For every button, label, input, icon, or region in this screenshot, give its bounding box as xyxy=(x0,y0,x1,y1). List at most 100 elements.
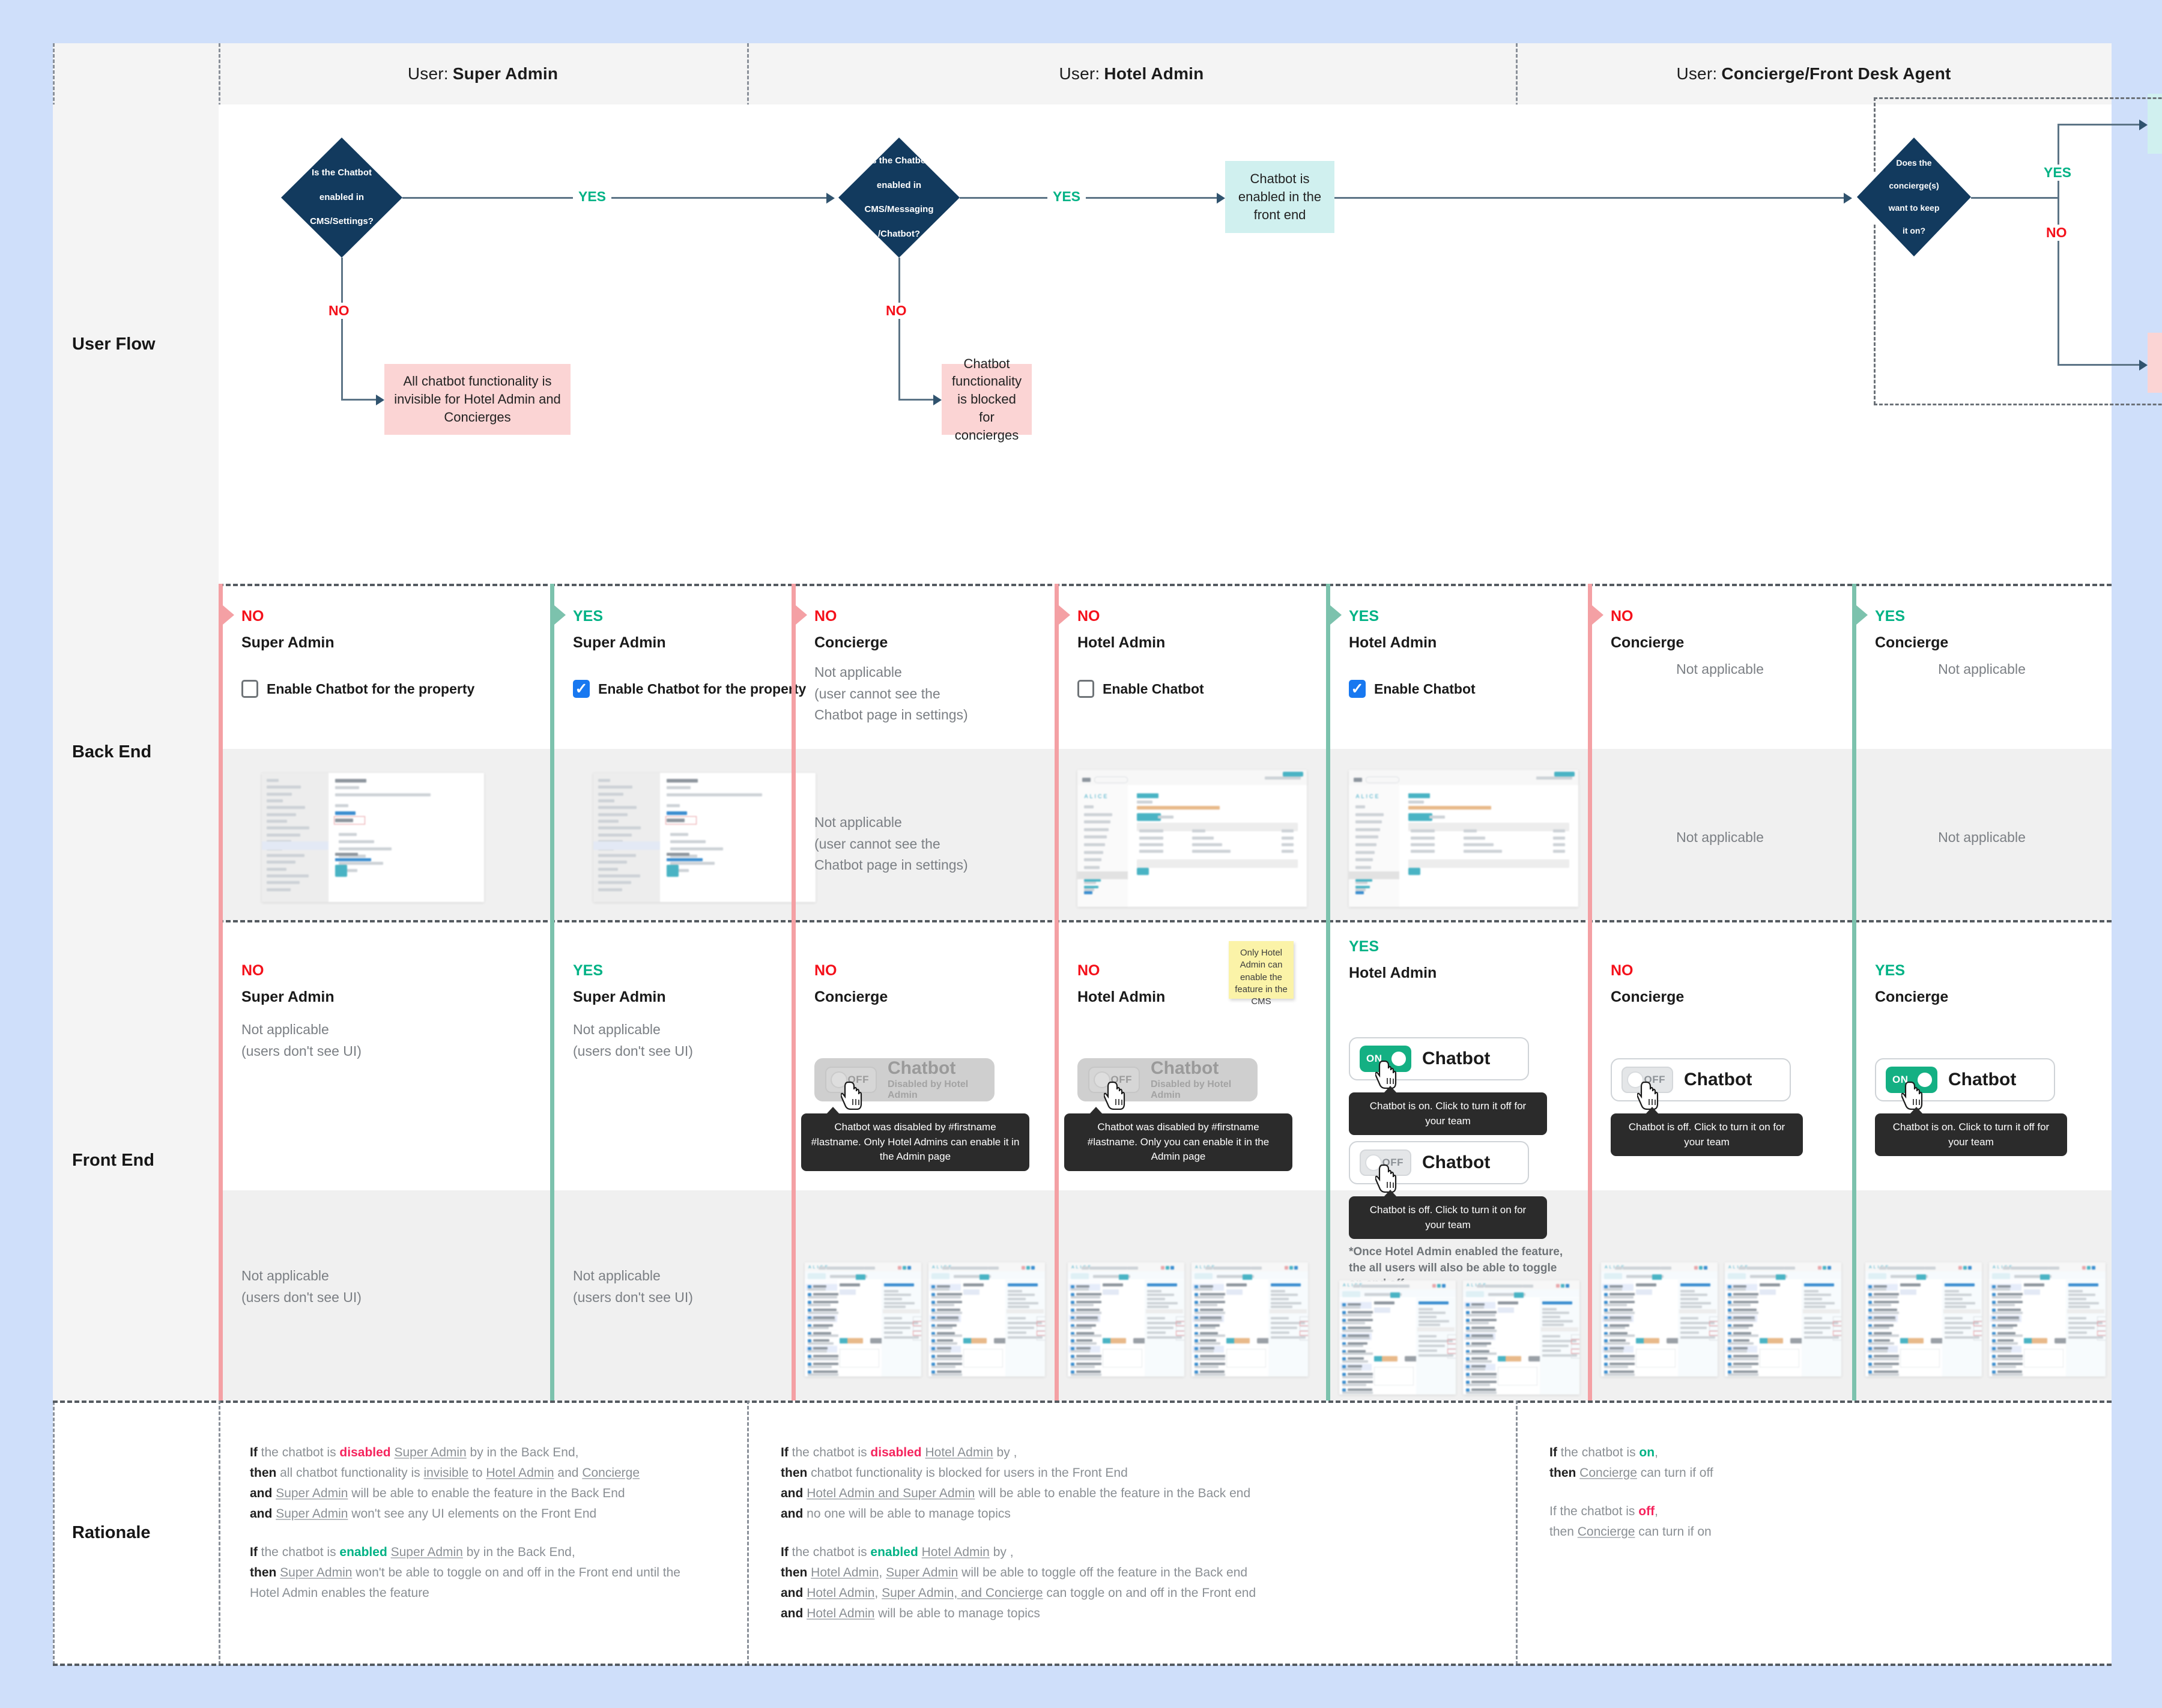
node-chatbot-off: Chatbot is OFF xyxy=(2148,333,2162,393)
backend-role-6: Concierge xyxy=(1875,634,1949,651)
backend-checkbox-row-1[interactable]: Enable Chatbot for the property xyxy=(573,680,806,698)
backend-answer-2: NO xyxy=(814,608,837,625)
header-concierge: User: Concierge/Front Desk Agent xyxy=(1516,43,2112,104)
screenshot-thumb-front-end: ALICE xyxy=(1339,1280,1456,1395)
backend-shot-not-applicable-6: Not applicable xyxy=(1938,829,2026,845)
header-hotel-admin: User: Hotel Admin xyxy=(747,43,1516,104)
backend-accent-bar-4 xyxy=(1326,584,1342,920)
row-label-back-end: Back End xyxy=(53,584,219,920)
header-name: Hotel Admin xyxy=(1104,64,1204,83)
node-enabled-front-end: Chatbot is enabled in the front end xyxy=(1225,161,1334,233)
cursor-icon-col6 xyxy=(1901,1081,1924,1110)
rationale-line: If the chatbot is on, xyxy=(1549,1446,1658,1459)
chatbot-widget-title-col5: Chatbot xyxy=(1684,1070,1752,1090)
header-name: Concierge/Front Desk Agent xyxy=(1721,64,1951,83)
header-name: Super Admin xyxy=(452,64,559,83)
enable-chatbot-checkbox-3[interactable] xyxy=(1077,680,1094,698)
rationale-line: and Super Admin will be able to enable t… xyxy=(250,1486,625,1501)
backend-shot-not-applicable-5: Not applicable xyxy=(1676,829,1764,845)
tooltip-arrow-hoteladmin-on xyxy=(1384,1086,1397,1093)
arrowhead-d2-yes xyxy=(1217,193,1225,204)
frontend-accent-bar-5 xyxy=(1588,920,1592,1401)
cursor-icon-col5 xyxy=(1637,1081,1660,1110)
backend-role-5: Concierge xyxy=(1611,634,1685,651)
header-prefix: User: xyxy=(1676,64,1718,83)
backend-checkbox-row-3[interactable]: Enable Chatbot xyxy=(1077,680,1204,698)
edge-label-yes-1: YES xyxy=(573,189,612,205)
backend-answer-0: NO xyxy=(241,608,264,625)
frontend-role-3: Hotel Admin xyxy=(1077,989,1166,1005)
tooltip-arrow-col3 xyxy=(1089,1107,1103,1114)
rationale-line: then chatbot functionality is blocked fo… xyxy=(781,1466,1128,1480)
backend-checkbox-row-0[interactable]: Enable Chatbot for the property xyxy=(241,680,474,698)
chatbot-tooltip-col3: Chatbot was disabled by #firstname #last… xyxy=(1064,1107,1292,1171)
row-label-front-end: Front End xyxy=(53,920,219,1401)
screenshot-thumb-cms-settings xyxy=(262,773,484,902)
frontend-answer-6: YES xyxy=(1875,962,1906,979)
edge-d2-yes xyxy=(960,197,1219,199)
rationale-line: If the chatbot is enabled Super Admin by… xyxy=(250,1545,575,1560)
backend-accent-bar-6 xyxy=(1852,584,1868,920)
row-label-rationale: Rationale xyxy=(53,1401,219,1665)
diagram-canvas: User: Super Admin User: Hotel Admin User: C… xyxy=(53,43,2162,1666)
backend-answer-5: NO xyxy=(1611,608,1634,625)
node-label: Chatbot is enabled in the front end xyxy=(1238,171,1322,222)
frontend-role-0: Super Admin xyxy=(241,989,335,1005)
backend-not-applicable-2: Not applicable (user cannot see the Chatbo… xyxy=(814,664,968,723)
tooltip-arrow-col5 xyxy=(1646,1107,1659,1114)
enable-chatbot-checkbox-0[interactable] xyxy=(241,680,258,698)
arrowhead-d1-no xyxy=(376,395,384,405)
node-label: All chatbot functionality is invisible f… xyxy=(394,374,561,425)
header-prefix: User: xyxy=(407,64,449,83)
enable-chatbot-label-4: Enable Chatbot xyxy=(1374,680,1476,697)
rationale-line: then Hotel Admin, Super Admin will be ab… xyxy=(781,1566,1248,1580)
rationale-line: If the chatbot is disabled Hotel Admin b… xyxy=(781,1446,1017,1459)
backend-checkbox-row-4[interactable]: Enable Chatbot xyxy=(1349,680,1476,698)
backend-role-0: Super Admin xyxy=(241,634,335,651)
tooltip-text-col6: Chatbot is on. Click to turn it off for … xyxy=(1892,1121,2050,1148)
rationale-line: then all chatbot functionality is invisi… xyxy=(250,1466,640,1480)
chatbot-widget-text-col5: Chatbot xyxy=(1684,1070,1752,1089)
enable-chatbot-checkbox-1[interactable] xyxy=(573,680,590,698)
arrowhead-d1-yes xyxy=(826,193,835,204)
cursor-icon-hoteladmin-on xyxy=(1375,1060,1398,1089)
chatbot-widget-text-col2: Chatbot Disabled by Hotel Admin xyxy=(888,1059,984,1101)
frontend-answer-1: YES xyxy=(573,962,604,979)
backend-shot-not-applicable-2: Not applicable (user cannot see the Chatbo… xyxy=(814,814,968,873)
backend-accent-bar-0 xyxy=(219,584,234,920)
rationale-line: and Hotel Admin, Super Admin, and Concie… xyxy=(781,1586,1256,1600)
enable-chatbot-label-0: Enable Chatbot for the property xyxy=(267,680,475,697)
bottom-border xyxy=(53,1664,2112,1666)
tooltip-text-hoteladmin-on: Chatbot is on. Click to turn it off for … xyxy=(1369,1100,1527,1127)
rationale-line: then Super Admin won't be able to toggle… xyxy=(250,1566,680,1580)
rationale-concierge-block-1: If the chatbot is off, then Concierge can… xyxy=(1549,1501,1970,1542)
backend-not-applicable-6: Not applicable xyxy=(1938,661,2026,677)
frontend-answer-3: NO xyxy=(1077,962,1100,979)
rationale-super-admin-block-0: If the chatbot is disabled Super Admin b… xyxy=(250,1443,748,1524)
enable-chatbot-checkbox-4[interactable] xyxy=(1349,680,1366,698)
decision-cms-settings: Is the Chatbot enabled in CMS/Settings? xyxy=(281,138,402,258)
chatbot-widget-title-col3: Chatbot xyxy=(1151,1058,1219,1079)
backend-accent-bar-5 xyxy=(1588,584,1603,920)
backend-answer-6: YES xyxy=(1875,608,1906,625)
rationale-line: If the chatbot is disabled Super Admin b… xyxy=(250,1446,579,1459)
cursor-icon-hoteladmin-off xyxy=(1375,1164,1398,1193)
row-label-text: Front End xyxy=(72,1150,154,1170)
rationale-line: and no one will be able to manage topics xyxy=(781,1507,1011,1521)
chatbot-widget-subtitle-col3: Disabled by Hotel Admin xyxy=(1151,1079,1232,1100)
edge-label-yes-2: YES xyxy=(1047,189,1086,205)
screenshot-thumb-front-end: ALICE xyxy=(928,1262,1045,1376)
frontend-accent-bar-2 xyxy=(792,920,796,1401)
tooltip-arrow-hoteladmin-off xyxy=(1384,1190,1397,1197)
backend-accent-bar-2 xyxy=(792,584,807,920)
frontend-answer-2: NO xyxy=(814,962,837,979)
rationale-line: and Hotel Admin will be able to manage t… xyxy=(781,1607,1040,1621)
header-prefix: User: xyxy=(1059,64,1100,83)
backend-role-3: Hotel Admin xyxy=(1077,634,1166,651)
rationale-super-admin-spacer xyxy=(250,1524,748,1542)
backend-answer-4: YES xyxy=(1349,608,1379,625)
tooltip-text-hoteladmin-off: Chatbot is off. Click to turn it on for … xyxy=(1369,1204,1527,1231)
frontend-role-4: Hotel Admin xyxy=(1349,965,1437,981)
backend-answer-1: YES xyxy=(573,608,604,625)
frontend-answer-0: NO xyxy=(241,962,264,979)
